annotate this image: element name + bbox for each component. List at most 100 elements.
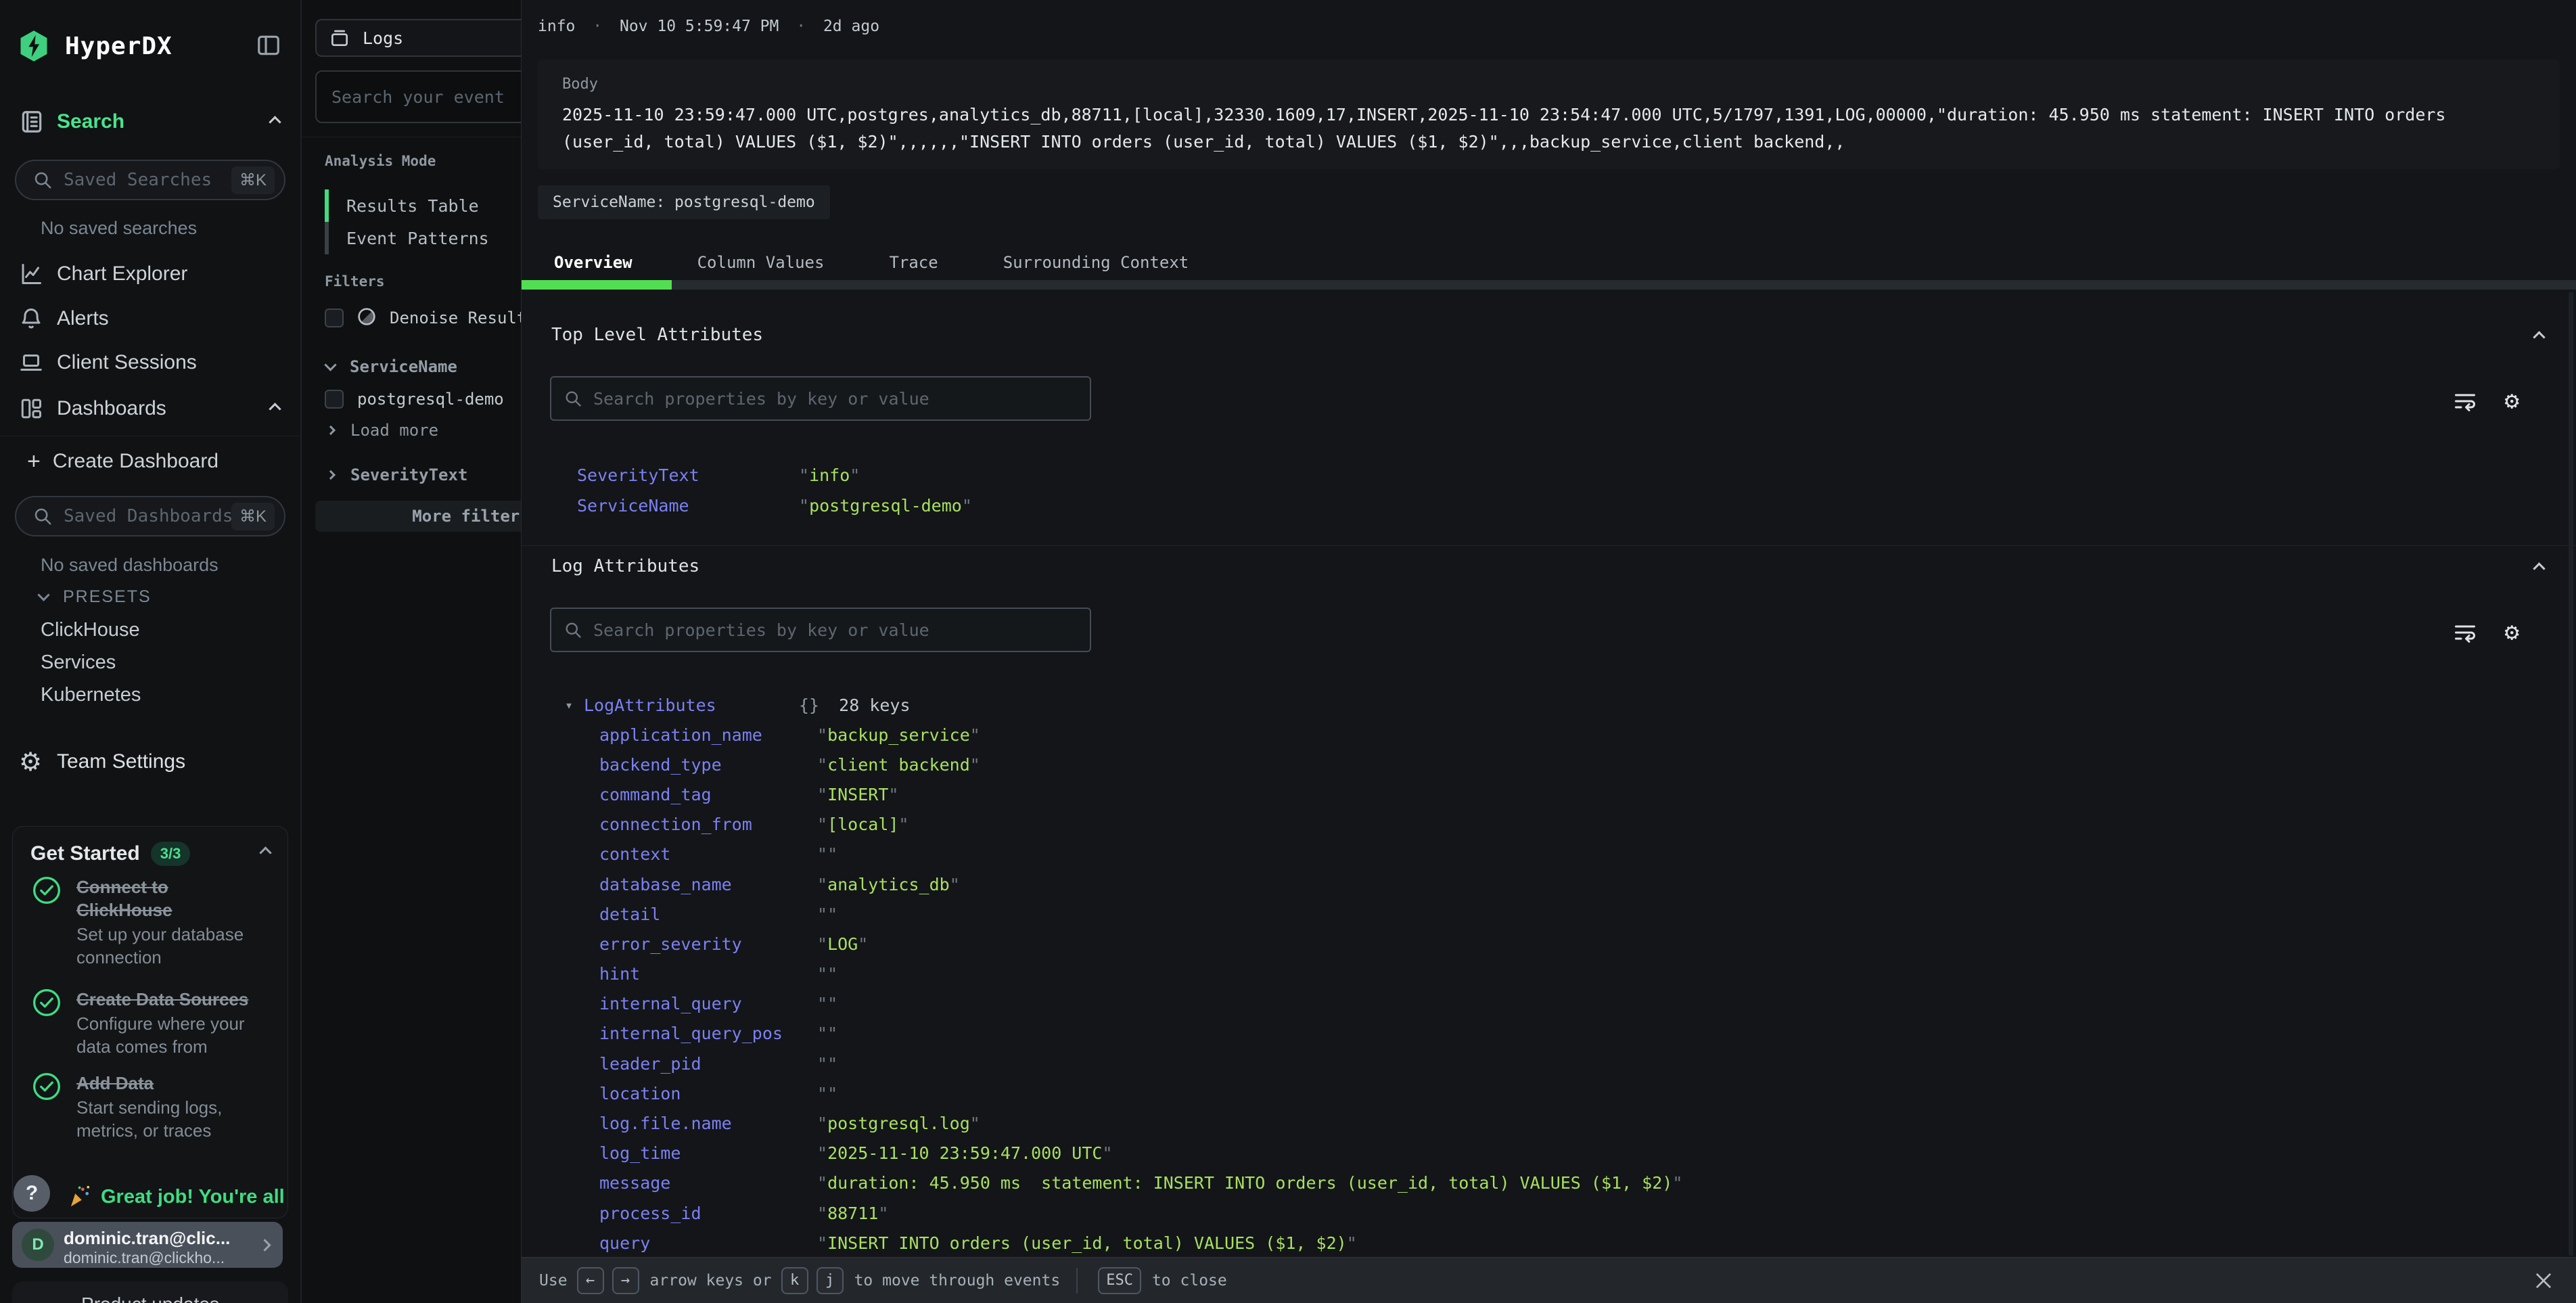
attribute-key[interactable]: log_time [599, 1143, 681, 1163]
logo[interactable]: HyperDX [16, 28, 172, 64]
attribute-value[interactable]: INSERT INTO orders (user_id, total) VALU… [817, 1233, 1357, 1253]
detail-tab[interactable]: Column Values [697, 253, 825, 272]
attribute-value[interactable] [817, 1084, 837, 1103]
attribute-key[interactable]: SeverityText [577, 465, 699, 485]
attribute-key[interactable]: internal_query [599, 994, 742, 1013]
attribute-value[interactable]: LOG [817, 934, 868, 954]
attribute-key[interactable]: connection_from [599, 815, 752, 834]
attribute-value[interactable]: client backend [817, 755, 980, 775]
attribute-value[interactable] [817, 964, 837, 984]
attribute-value[interactable]: postgresql.log [817, 1114, 980, 1133]
analysis-mode-option[interactable]: Event Patterns [325, 222, 489, 254]
get-started-item[interactable]: Connect to ClickHouse Set up your databa… [13, 875, 262, 969]
sidebar-item-dashboards[interactable]: Dashboards [0, 394, 301, 424]
saved-dashboards-input[interactable]: Saved Dashboards ⌘K [15, 496, 285, 536]
filter-group-severitytext[interactable]: SeverityText [327, 465, 467, 484]
attribute-row[interactable]: detail [522, 899, 2576, 929]
preset-dashboard-link[interactable]: ClickHouse [41, 619, 140, 641]
attribute-key[interactable]: backend_type [599, 755, 722, 775]
attribute-row[interactable]: ServiceName postgresql-demo [522, 490, 2576, 521]
attribute-value[interactable]: analytics_db [817, 875, 960, 894]
service-name-chip[interactable]: ServiceName: postgresql-demo [538, 185, 830, 219]
line-wrap-icon[interactable] [2453, 389, 2477, 413]
scrollbar[interactable] [2569, 292, 2573, 1256]
attribute-key[interactable]: leader_pid [599, 1054, 702, 1074]
attribute-key[interactable]: detail [599, 905, 660, 924]
body-log-text[interactable]: 2025-11-10 23:59:47.000 UTC,postgres,ana… [562, 101, 2539, 156]
attribute-value[interactable]: [local] [817, 815, 908, 834]
attribute-row[interactable]: context [522, 840, 2576, 869]
attribute-row[interactable]: SeverityText info [522, 460, 2576, 490]
attribute-row[interactable]: query INSERT INTO orders (user_id, total… [522, 1228, 2576, 1258]
help-button[interactable]: ? [14, 1175, 50, 1212]
attribute-value[interactable] [817, 1054, 837, 1074]
attribute-value[interactable]: backup_service [817, 725, 980, 745]
load-more-row[interactable]: Load more [327, 421, 438, 440]
get-started-item[interactable]: Add Data Start sending logs, metrics, or… [13, 1072, 262, 1142]
attribute-key[interactable]: log.file.name [599, 1114, 732, 1133]
get-started-item[interactable]: Create Data Sources Configure where your… [13, 988, 262, 1058]
collapse-section-icon[interactable] [2533, 562, 2545, 574]
sidebar-item-client-sessions[interactable]: Client Sessions [0, 348, 301, 378]
user-account-card[interactable]: D dominic.tran@clic... dominic.tran@clic… [12, 1222, 283, 1268]
attribute-row[interactable]: error_severity LOG [522, 929, 2576, 959]
attribute-value[interactable]: info [799, 465, 860, 485]
attribute-key[interactable]: application_name [599, 725, 762, 745]
attribute-value[interactable] [817, 844, 837, 864]
attribute-row[interactable]: backend_type client backend [522, 750, 2576, 779]
attribute-value[interactable]: duration: 45.950 ms statement: INSERT IN… [817, 1173, 1682, 1193]
filter-value-row[interactable]: postgresql-demo [325, 390, 504, 409]
top-level-search-input[interactable]: Search properties by key or value [550, 376, 1091, 421]
analysis-mode-option[interactable]: Results Table [325, 189, 479, 222]
gear-icon[interactable]: ⚙ [2504, 387, 2519, 415]
chevron-up-icon[interactable] [259, 846, 271, 859]
attribute-key[interactable]: error_severity [599, 934, 742, 954]
attribute-row[interactable]: message duration: 45.950 ms statement: I… [522, 1168, 2576, 1198]
attribute-row[interactable]: log_time 2025-11-10 23:59:47.000 UTC [522, 1139, 2576, 1168]
attribute-row[interactable]: location [522, 1078, 2576, 1108]
denoise-results-row[interactable]: Denoise Results [325, 306, 536, 330]
log-attributes-root-row[interactable]: ▾ LogAttributes {} 28 keys [522, 690, 2576, 720]
log-attributes-search-input[interactable]: Search properties by key or value [550, 608, 1091, 652]
attribute-key[interactable]: internal_query_pos [599, 1024, 783, 1043]
attribute-key[interactable]: hint [599, 964, 640, 984]
attribute-value[interactable]: 88711 [817, 1204, 888, 1223]
attribute-value[interactable]: postgresql-demo [799, 496, 972, 516]
attribute-row[interactable]: log.file.name postgresql.log [522, 1108, 2576, 1138]
detail-tab[interactable]: Trace [889, 253, 938, 272]
attribute-key[interactable]: database_name [599, 875, 732, 894]
attribute-row[interactable]: application_name backup_service [522, 720, 2576, 750]
attribute-value[interactable] [817, 1024, 837, 1043]
detail-tab[interactable]: Overview [554, 253, 632, 272]
sidebar-collapse-icon[interactable] [256, 32, 281, 58]
attribute-key[interactable]: query [599, 1233, 650, 1253]
gear-icon[interactable]: ⚙ [2504, 618, 2519, 646]
denoise-checkbox[interactable] [325, 308, 344, 327]
attribute-row[interactable]: internal_query [522, 989, 2576, 1019]
attribute-row[interactable]: process_id 88711 [522, 1198, 2576, 1228]
sidebar-item-chart-explorer[interactable]: Chart Explorer [0, 259, 301, 289]
sidebar-item-alerts[interactable]: Alerts [0, 304, 301, 334]
attribute-key[interactable]: command_tag [599, 785, 712, 804]
attribute-value[interactable] [817, 994, 837, 1013]
attribute-row[interactable]: database_name analytics_db [522, 869, 2576, 899]
detail-tab[interactable]: Surrounding Context [1003, 253, 1189, 272]
attribute-key[interactable]: message [599, 1173, 670, 1193]
saved-searches-input[interactable]: Saved Searches ⌘K [15, 160, 285, 200]
attribute-key[interactable]: location [599, 1084, 681, 1103]
service-value-checkbox[interactable] [325, 390, 344, 409]
filter-group-servicename[interactable]: ServiceName [326, 357, 457, 376]
attribute-row[interactable]: hint [522, 959, 2576, 989]
attribute-value[interactable]: INSERT [817, 785, 898, 804]
attribute-key[interactable]: process_id [599, 1204, 702, 1223]
presets-toggle[interactable]: PRESETS [39, 587, 152, 607]
create-dashboard-button[interactable]: + Create Dashboard [0, 447, 301, 476]
chevron-up-icon[interactable] [269, 116, 281, 128]
attribute-value[interactable]: 2025-11-10 23:59:47.000 UTC [817, 1143, 1113, 1163]
attribute-row[interactable]: leader_pid [522, 1049, 2576, 1078]
preset-dashboard-link[interactable]: Kubernetes [41, 684, 141, 706]
chevron-up-icon[interactable] [269, 403, 281, 415]
attribute-row[interactable]: connection_from [local] [522, 810, 2576, 840]
attribute-value[interactable] [817, 905, 837, 924]
product-updates-card[interactable]: Product updates [12, 1281, 288, 1303]
